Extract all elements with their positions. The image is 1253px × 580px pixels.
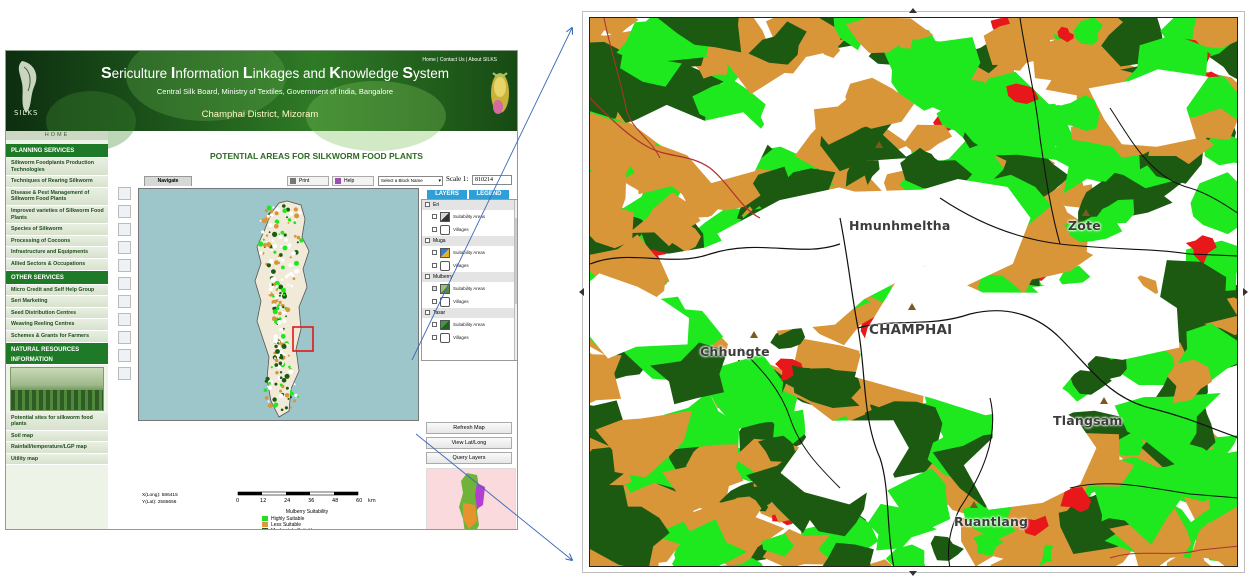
suitability-patches: [590, 18, 1237, 566]
place-label-tlangsam: Tlangsam: [1053, 413, 1123, 428]
place-label-ruantlang: Ruantlang: [954, 514, 1029, 529]
zoomed-map-frame: Hmunhmeltha Zote CHAMPHAI Chhungte Tlang…: [579, 8, 1248, 576]
resize-handle-top[interactable]: [909, 8, 917, 13]
connector-line-bottom: [415, 433, 572, 560]
resize-handle-right[interactable]: [1243, 288, 1248, 296]
zoomed-map[interactable]: Hmunhmeltha Zote CHAMPHAI Chhungte Tlang…: [589, 17, 1238, 567]
resize-handle-left[interactable]: [579, 288, 584, 296]
figure-stage: SILKS Sericulture Information Linkages a…: [0, 0, 1253, 580]
place-label-chhungte: Chhungte: [700, 344, 770, 359]
place-label-hmunhmeltha: Hmunhmeltha: [849, 218, 951, 233]
resize-handle-bottom[interactable]: [909, 571, 917, 576]
connector-line-top: [411, 28, 572, 361]
place-label-champhai: CHAMPHAI: [869, 322, 953, 338]
place-label-zote: Zote: [1068, 218, 1101, 233]
zoomed-suitability-map: [590, 18, 1237, 566]
